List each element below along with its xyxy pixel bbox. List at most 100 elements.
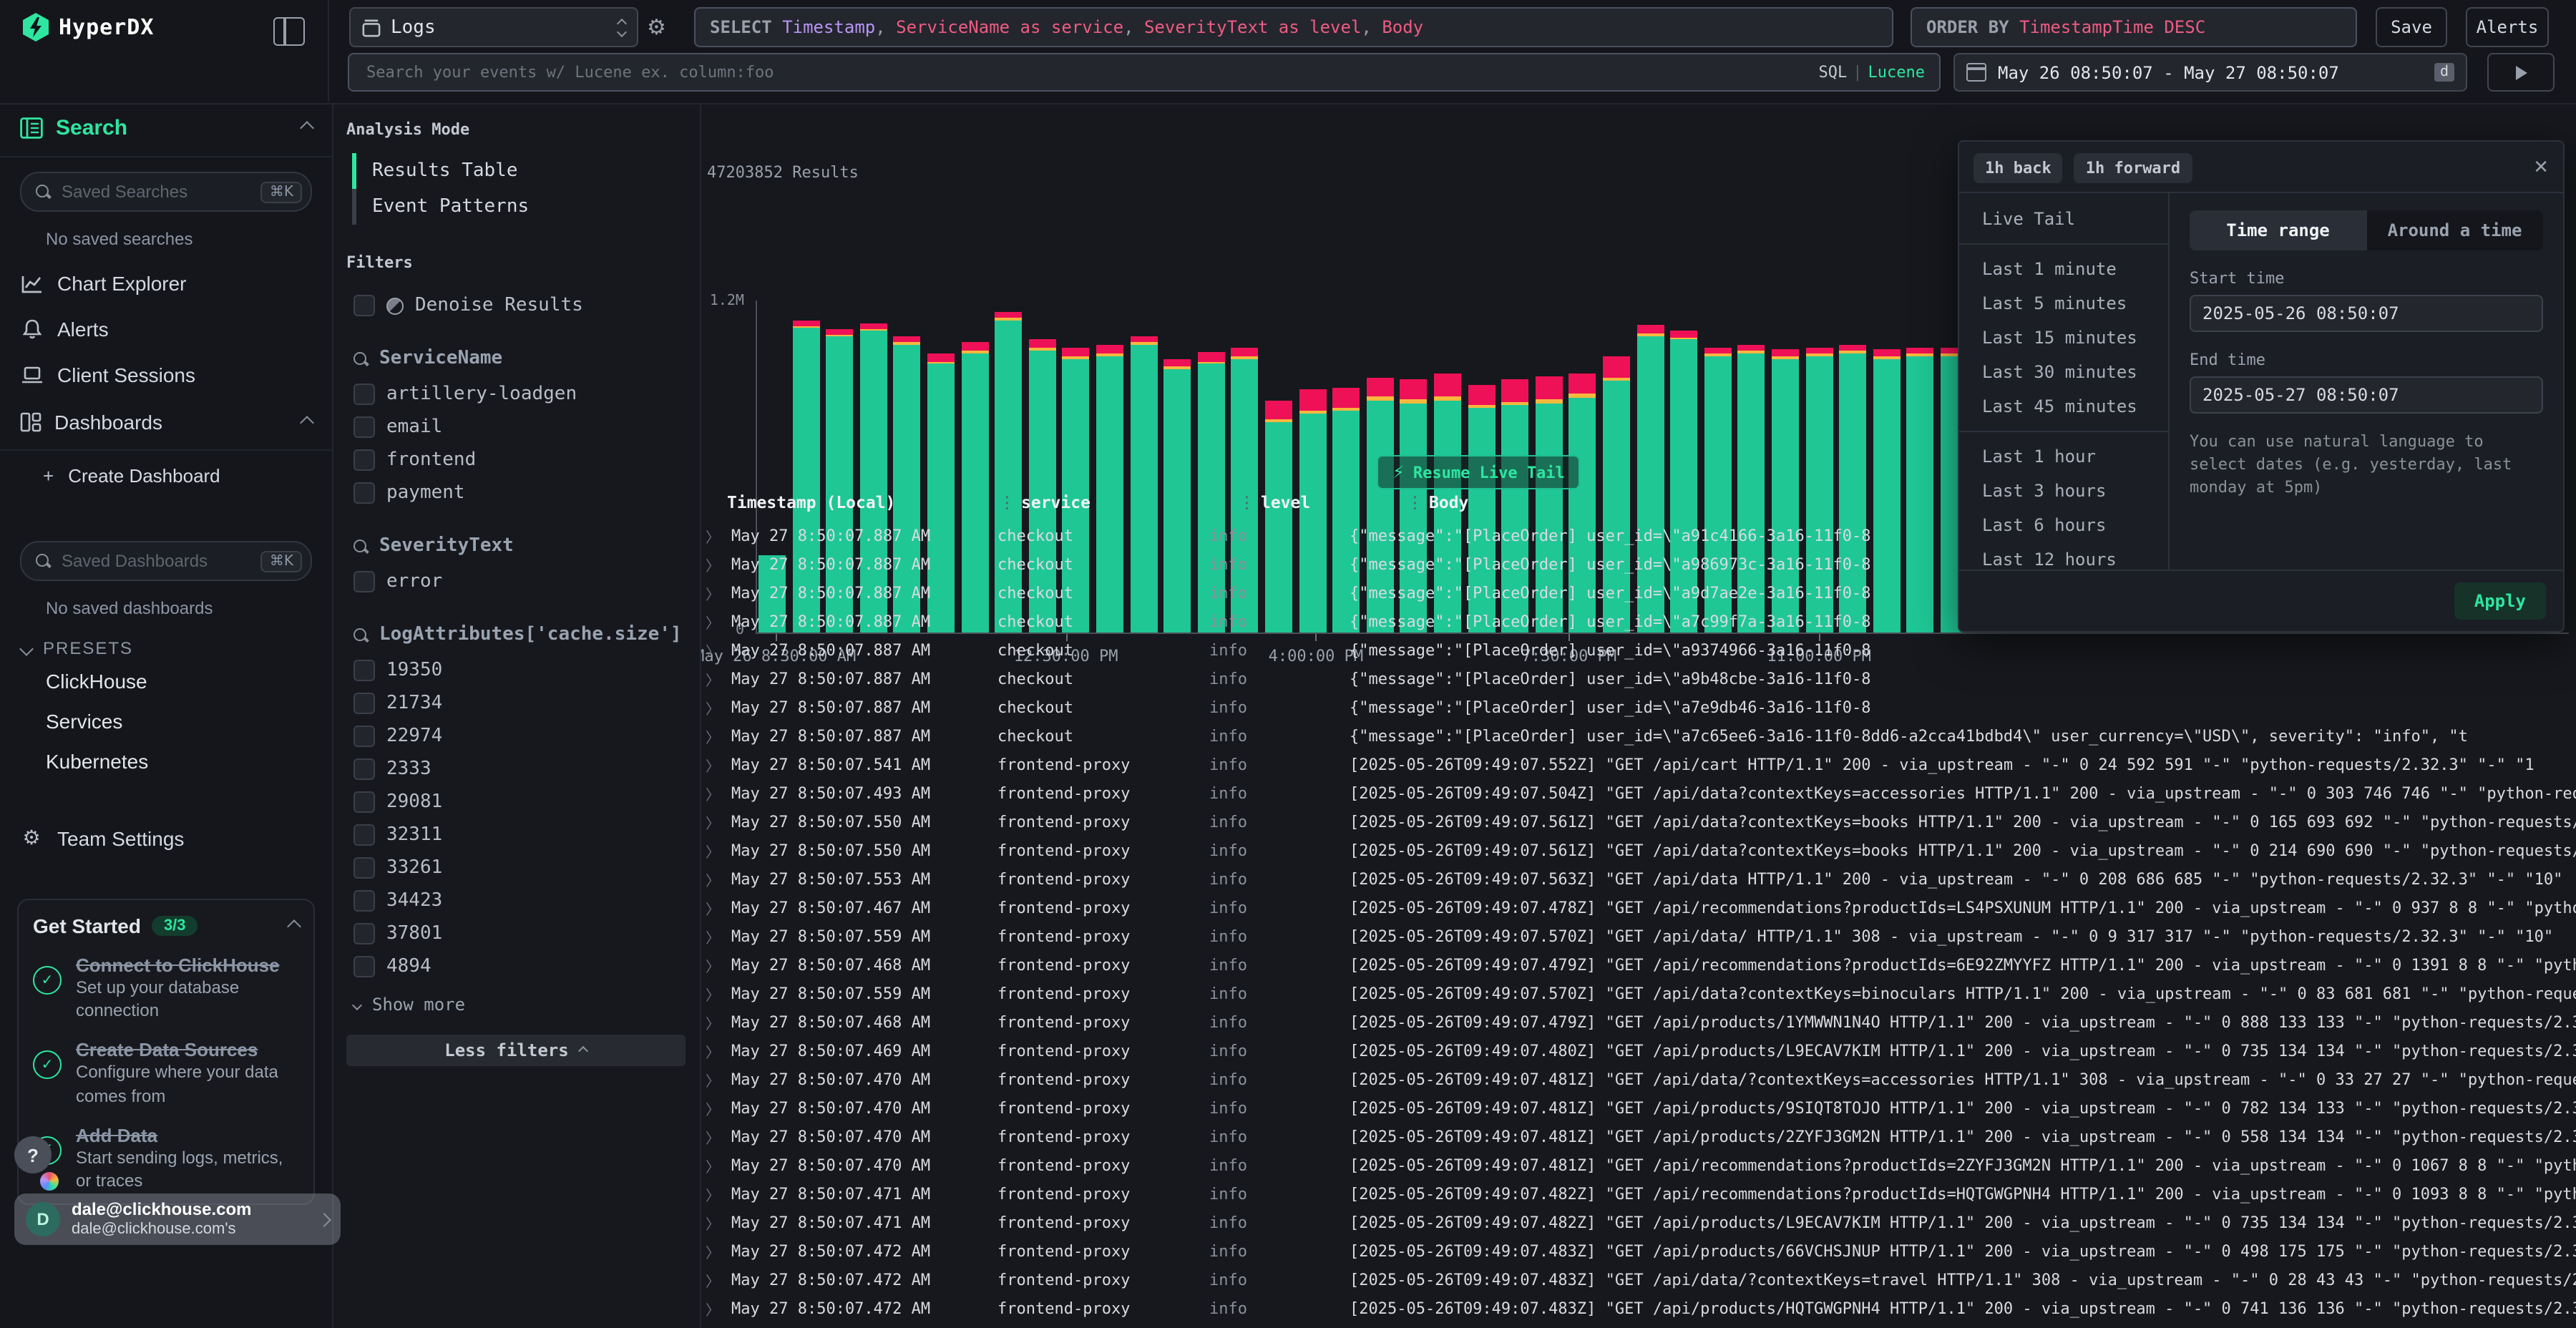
search-input[interactable] [364,62,1819,83]
row-expand-chevron[interactable]: 〉 [701,668,731,689]
checkbox[interactable] [353,571,375,592]
row-expand-chevron[interactable]: 〉 [701,811,731,832]
table-row[interactable]: 〉May 27 8:50:07.472 AMfrontend-proxyinfo… [701,1265,2576,1294]
column-resize-handle[interactable]: ⋮ [999,492,1015,512]
table-row[interactable]: 〉May 27 8:50:07.470 AMfrontend-proxyinfo… [701,1122,2576,1151]
column-resize-handle[interactable]: ⋮ [1407,492,1423,512]
chevron-up-icon[interactable] [287,919,301,933]
table-row[interactable]: 〉May 27 8:50:07.471 AMfrontend-proxyinfo… [701,1208,2576,1236]
table-row[interactable]: 〉May 27 8:50:07.472 AMfrontend-proxyinfo… [701,1236,2576,1265]
filter-value-row[interactable]: 37801 [346,917,686,950]
checkbox[interactable] [353,416,375,438]
sql-mode[interactable]: SQL [1819,63,1848,82]
get-started-item[interactable]: ✓Connect to ClickHouseSet up your databa… [33,954,299,1022]
sidebar-item-search[interactable]: Search [0,103,332,153]
table-row[interactable]: 〉May 27 8:50:07.468 AMfrontend-proxyinfo… [701,950,2576,979]
row-expand-chevron[interactable]: 〉 [701,753,731,775]
checkbox[interactable] [353,449,375,471]
quick-range-option[interactable]: Last 30 minutes [1959,355,2168,389]
sidebar-item-dashboards[interactable]: Dashboards [0,398,332,446]
filter-group-header[interactable]: ServiceName [346,345,686,378]
filter-value-row[interactable]: 22974 [346,720,686,753]
tab-around-a-time[interactable]: Around a time [2366,210,2543,250]
row-expand-chevron[interactable]: 〉 [701,610,731,632]
quick-range-option[interactable]: Last 5 minutes [1959,286,2168,321]
preset-item-kubernetes[interactable]: Kubernetes [0,741,332,781]
checkbox[interactable] [353,482,375,504]
checkbox[interactable] [353,791,375,813]
row-expand-chevron[interactable]: 〉 [701,553,731,575]
row-expand-chevron[interactable]: 〉 [701,582,731,603]
less-filters-button[interactable]: Less filters [346,1035,686,1066]
checkbox[interactable] [353,758,375,780]
filter-value-row[interactable]: 34423 [346,884,686,917]
row-expand-chevron[interactable]: 〉 [701,1269,731,1290]
get-started-item[interactable]: ✓Create Data SourcesConfigure where your… [33,1040,299,1108]
table-row[interactable]: 〉May 27 8:50:07.541 AMfrontend-proxyinfo… [701,750,2576,778]
row-expand-chevron[interactable]: 〉 [701,868,731,889]
alerts-button[interactable]: Alerts [2466,7,2549,47]
table-row[interactable]: 〉May 27 8:50:07.559 AMfrontend-proxyinfo… [701,922,2576,950]
back-1h-button[interactable]: 1h back [1974,153,2063,183]
checkbox[interactable] [353,824,375,846]
row-expand-chevron[interactable]: 〉 [701,897,731,918]
create-dashboard-button[interactable]: + Create Dashboard [0,454,332,498]
row-expand-chevron[interactable]: 〉 [701,1097,731,1118]
filter-value-row[interactable]: 29081 [346,786,686,819]
filter-value-row[interactable]: email [346,411,686,444]
mode-results-table[interactable]: Results Table [346,153,686,189]
order-by-editor[interactable]: ORDER BY TimestampTime DESC [1911,7,2357,47]
checkbox[interactable] [353,890,375,912]
brand[interactable]: HyperDX [23,13,154,42]
row-expand-chevron[interactable]: 〉 [701,1240,731,1261]
tab-time-range[interactable]: Time range [2190,210,2366,250]
row-expand-chevron[interactable]: 〉 [701,725,731,746]
row-expand-chevron[interactable]: 〉 [701,1183,731,1204]
sidebar-collapse-icon[interactable] [273,17,305,46]
lucene-mode[interactable]: Lucene [1868,63,1926,82]
end-time-input[interactable] [2190,376,2543,414]
row-expand-chevron[interactable]: 〉 [701,839,731,861]
filter-value-row[interactable]: frontend [346,444,686,477]
row-expand-chevron[interactable]: 〉 [701,1040,731,1061]
table-row[interactable]: 〉May 27 8:50:07.550 AMfrontend-proxyinfo… [701,836,2576,864]
filter-value-row[interactable]: artillery-loadgen [346,378,686,411]
table-row[interactable]: 〉May 27 8:50:07.887 AMcheckoutinfo{"mess… [701,721,2576,750]
save-button[interactable]: Save [2376,7,2447,47]
table-row[interactable]: 〉May 27 8:50:07.471 AMfrontend-proxyinfo… [701,1179,2576,1208]
source-settings-gear-icon[interactable]: ⚙ [647,14,666,40]
start-time-input[interactable] [2190,295,2543,332]
row-expand-chevron[interactable]: 〉 [701,925,731,947]
checkbox[interactable] [353,923,375,944]
col-timestamp[interactable]: Timestamp (Local) [727,492,993,512]
preset-item-clickhouse[interactable]: ClickHouse [0,661,332,701]
table-row[interactable]: 〉May 27 8:50:07.470 AMfrontend-proxyinfo… [701,1151,2576,1179]
column-resize-handle[interactable]: ⋮ [1239,492,1255,512]
table-row[interactable]: 〉May 27 8:50:07.472 AMfrontend-proxyinfo… [701,1294,2576,1322]
quick-range-option[interactable]: Last 3 hours [1959,474,2168,508]
checkbox[interactable] [353,295,375,316]
presets-toggle[interactable]: PRESETS [21,638,332,658]
table-row[interactable]: 〉May 27 8:50:07.887 AMcheckoutinfo{"mess… [701,664,2576,693]
user-menu[interactable]: D dale@clickhouse.com dale@clickhouse.co… [14,1193,341,1245]
sidebar-item-client-sessions[interactable]: Client Sessions [0,352,332,398]
sql-select-editor[interactable]: SELECT Timestamp, ServiceName as service… [694,7,1893,47]
checkbox[interactable] [353,857,375,879]
table-row[interactable]: 〉May 27 8:50:07.887 AMcheckoutinfo{"mess… [701,693,2576,721]
forward-1h-button[interactable]: 1h forward [2074,153,2192,183]
saved-dashboards-input[interactable] [59,550,253,572]
col-service[interactable]: service [1021,492,1233,512]
table-row[interactable]: 〉May 27 8:50:07.559 AMfrontend-proxyinfo… [701,979,2576,1007]
filter-value-row[interactable]: 21734 [346,687,686,720]
table-row[interactable]: 〉May 27 8:50:07.469 AMfrontend-proxyinfo… [701,1036,2576,1065]
row-expand-chevron[interactable]: 〉 [701,1126,731,1147]
quick-range-option[interactable]: Last 45 minutes [1959,389,2168,424]
quick-range-option[interactable]: Last 6 hours [1959,508,2168,542]
sidebar-item-team-settings[interactable]: ⚙ Team Settings [0,816,332,861]
row-expand-chevron[interactable]: 〉 [701,524,731,546]
table-row[interactable]: 〉May 27 8:50:07.550 AMfrontend-proxyinfo… [701,807,2576,836]
table-row[interactable]: 〉May 27 8:50:07.467 AMfrontend-proxyinfo… [701,893,2576,922]
filter-value-row[interactable]: 33261 [346,851,686,884]
row-expand-chevron[interactable]: 〉 [701,1154,731,1176]
date-range-picker[interactable]: May 26 08:50:07 - May 27 08:50:07 d [1953,53,2467,92]
